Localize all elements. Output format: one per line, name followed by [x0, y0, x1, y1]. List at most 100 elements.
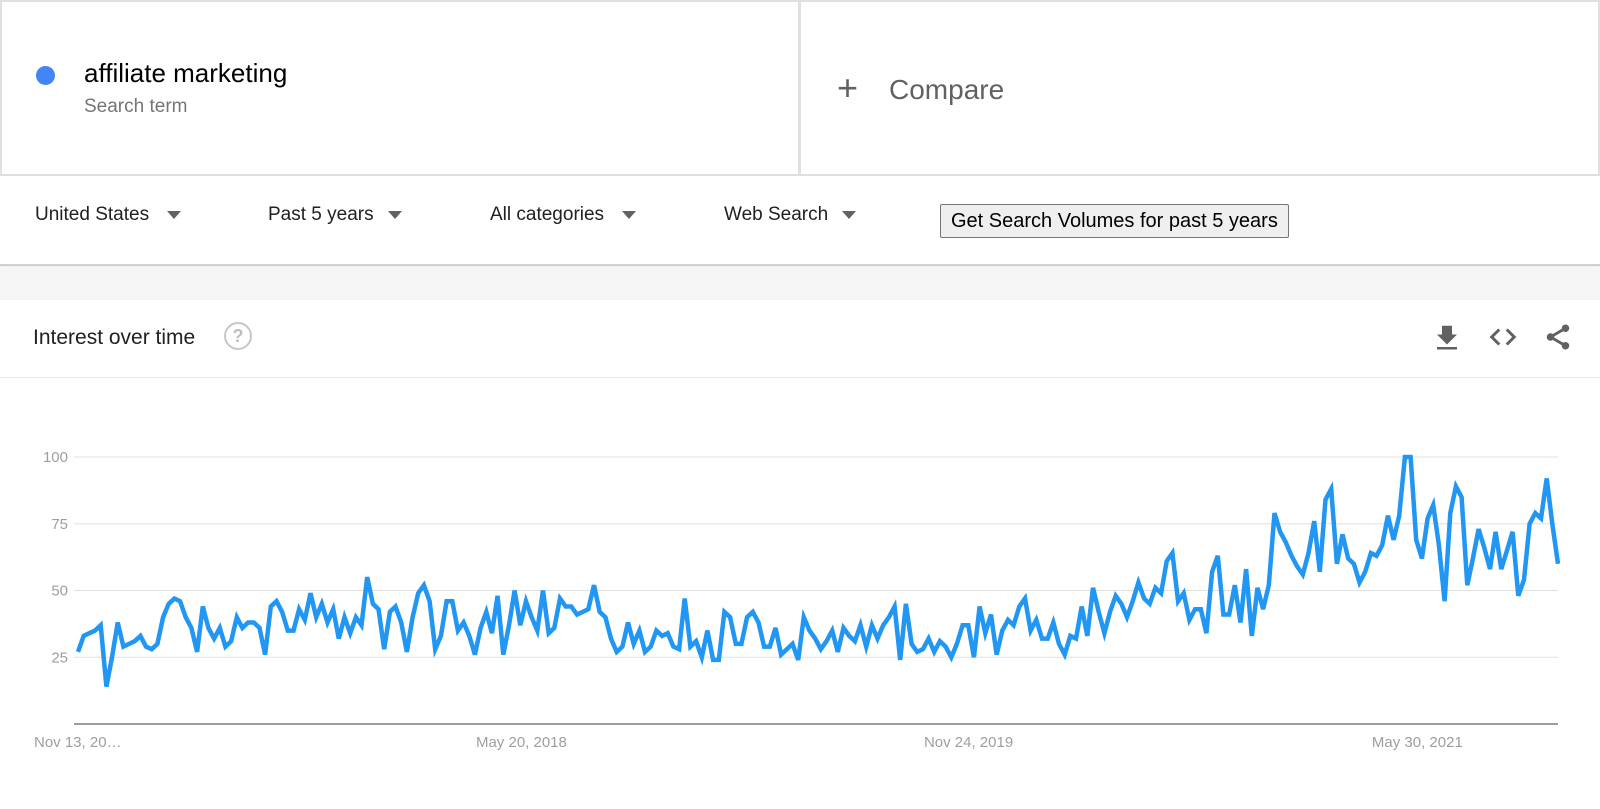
filter-bar: United States Past 5 years All categorie…	[0, 176, 1600, 266]
category-dropdown[interactable]: All categories	[490, 204, 637, 226]
data-point	[659, 633, 665, 639]
data-point	[1152, 585, 1158, 591]
data-point	[897, 657, 903, 663]
data-point	[818, 646, 824, 652]
data-point	[1045, 636, 1051, 642]
data-point	[841, 625, 847, 631]
data-point	[858, 622, 864, 628]
data-point	[597, 609, 603, 615]
data-point	[313, 614, 319, 620]
data-point	[801, 614, 807, 620]
data-point	[852, 638, 858, 644]
data-point	[943, 644, 949, 650]
data-point	[909, 641, 915, 647]
help-circle-icon[interactable]: ?	[224, 322, 252, 350]
compare-label[interactable]: Compare	[889, 74, 1004, 106]
data-point	[154, 641, 160, 647]
data-point	[1521, 577, 1527, 583]
embed-code-icon[interactable]	[1488, 322, 1518, 352]
region-label: United States	[35, 204, 150, 225]
data-point	[234, 614, 240, 620]
data-point	[262, 652, 268, 658]
data-point	[619, 644, 625, 650]
region-dropdown[interactable]: United States	[35, 204, 182, 226]
chevron-down-icon	[622, 211, 637, 219]
data-point	[926, 636, 932, 642]
x-tick-label: Nov 24, 2019	[924, 734, 1013, 751]
data-point	[1447, 510, 1453, 516]
data-point	[1237, 620, 1243, 626]
data-point	[495, 593, 501, 599]
time-range-dropdown[interactable]: Past 5 years	[268, 204, 402, 226]
data-point	[251, 620, 257, 626]
data-point	[875, 636, 881, 642]
data-point	[1527, 521, 1533, 527]
data-point	[92, 628, 98, 634]
data-point	[971, 654, 977, 660]
data-point	[449, 598, 455, 604]
data-point	[1425, 515, 1431, 521]
data-point	[937, 638, 943, 644]
data-point	[1510, 529, 1516, 535]
data-point	[676, 646, 682, 652]
data-point	[687, 644, 693, 650]
data-point	[228, 638, 234, 644]
data-point	[86, 630, 92, 636]
get-search-volumes-button[interactable]: Get Search Volumes for past 5 years	[940, 204, 1289, 238]
data-point	[1391, 537, 1397, 543]
data-point	[738, 641, 744, 647]
line-chart[interactable]: 25 50 75 100 Nov 13, 20… May 20, 2018 Nov 24,…	[0, 380, 1600, 804]
data-point	[1260, 606, 1266, 612]
data-point	[1113, 593, 1119, 599]
x-tick-label: May 20, 2018	[476, 734, 567, 751]
data-point	[1062, 652, 1068, 658]
data-point	[1033, 617, 1039, 623]
data-point	[1544, 475, 1550, 481]
data-point	[290, 628, 296, 634]
download-icon[interactable]	[1432, 322, 1462, 352]
data-point	[347, 630, 353, 636]
data-point	[704, 628, 710, 634]
data-point	[1016, 604, 1022, 610]
data-point	[517, 622, 523, 628]
data-point	[319, 601, 325, 607]
data-point	[222, 644, 228, 650]
data-point	[977, 604, 983, 610]
data-point	[81, 633, 87, 639]
compare-card[interactable]: + Compare	[800, 0, 1600, 176]
data-point	[149, 646, 155, 652]
data-point	[948, 654, 954, 660]
data-point	[410, 614, 416, 620]
data-point	[1374, 553, 1380, 559]
search-type-dropdown[interactable]: Web Search	[724, 204, 857, 226]
data-point	[1305, 550, 1311, 556]
data-point	[342, 614, 348, 620]
data-point	[1396, 513, 1402, 519]
data-point	[115, 620, 121, 626]
search-term-name[interactable]: affiliate marketing	[84, 58, 287, 89]
data-point	[120, 644, 126, 650]
data-point	[670, 644, 676, 650]
data-point	[1453, 483, 1459, 489]
data-point	[1498, 566, 1504, 572]
data-point	[1096, 609, 1102, 615]
data-point	[336, 636, 342, 642]
data-point	[982, 630, 988, 636]
data-point	[1005, 617, 1011, 623]
data-point	[642, 649, 648, 655]
data-point	[1277, 529, 1283, 535]
data-point	[557, 596, 563, 602]
data-point	[478, 625, 484, 631]
data-point	[1504, 547, 1510, 553]
data-point	[279, 609, 285, 615]
share-icon[interactable]	[1543, 322, 1573, 352]
search-term-card[interactable]: affiliate marketing Search term	[0, 0, 800, 176]
data-point	[1413, 537, 1419, 543]
data-point	[1050, 620, 1056, 626]
data-point	[194, 649, 200, 655]
chevron-down-icon	[387, 211, 402, 219]
data-point	[1323, 497, 1329, 503]
data-point	[795, 657, 801, 663]
data-point	[75, 649, 81, 655]
data-point	[239, 625, 245, 631]
